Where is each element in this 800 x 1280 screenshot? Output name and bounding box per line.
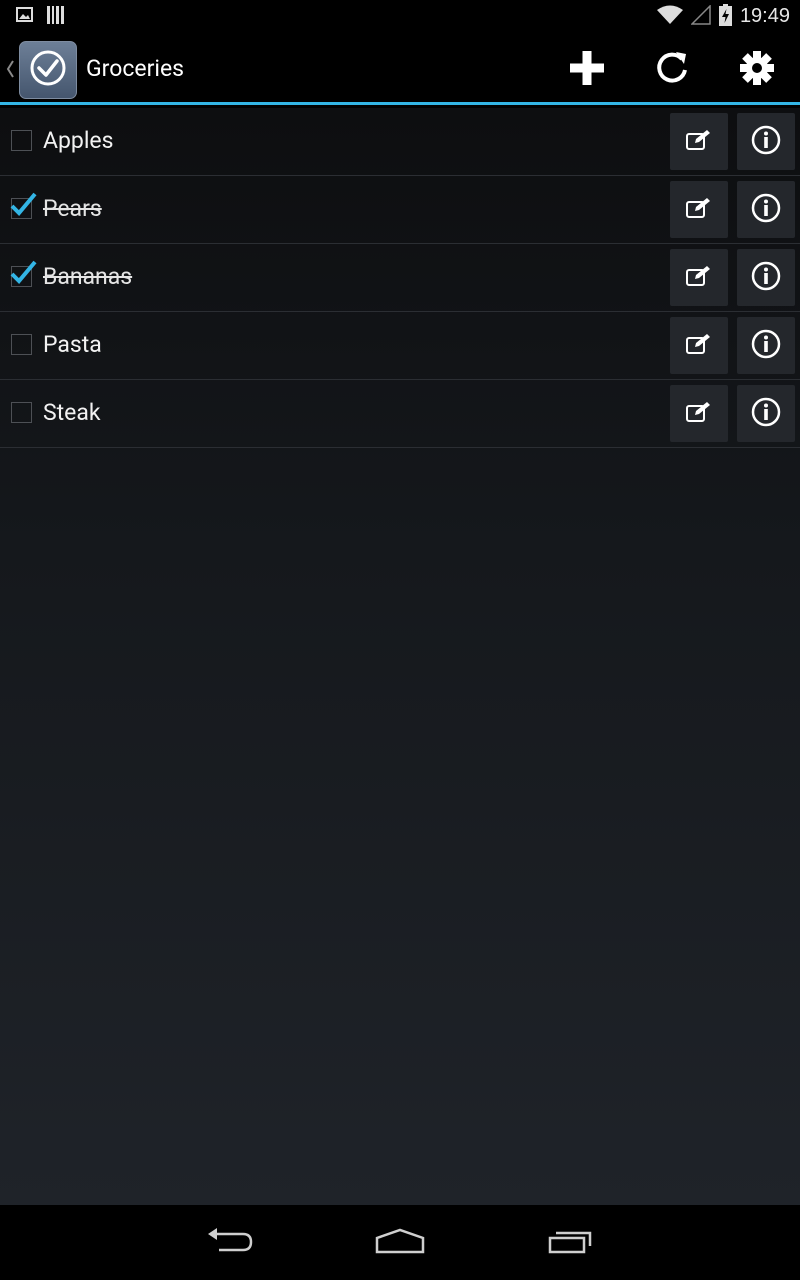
recent-apps-button[interactable] [541,1225,601,1261]
item-label: Apples [43,127,114,154]
edit-icon [686,197,712,223]
info-icon [751,397,781,431]
info-button[interactable] [737,317,795,374]
edit-icon [686,401,712,427]
info-button[interactable] [737,385,795,442]
action-bar: Groceries [0,33,800,105]
item-label: Steak [43,399,101,426]
item-label: Pears [43,195,102,222]
list-item[interactable]: Pasta [0,312,800,380]
list-item[interactable]: Pears [0,176,800,244]
back-icon [207,1228,253,1258]
edit-button[interactable] [670,249,728,306]
info-icon [751,329,781,363]
item-checkbox[interactable] [11,334,32,355]
item-checkbox[interactable] [10,260,37,287]
home-button[interactable] [370,1225,430,1261]
edit-button[interactable] [670,317,728,374]
info-button[interactable] [737,181,795,238]
checkmark-circle-icon [28,48,68,92]
home-icon [375,1228,425,1258]
list-item[interactable]: Bananas [0,244,800,312]
navigation-bar [0,1205,800,1280]
edit-icon [686,265,712,291]
item-checkbox[interactable] [10,192,37,219]
wifi-icon [656,5,683,29]
grocery-list: Apples Pears Bananas Pasta Steak [0,108,800,1205]
info-button[interactable] [737,113,795,170]
refresh-icon [654,50,690,90]
picture-notification-icon [16,7,33,26]
barcode-notification-icon [47,5,64,28]
add-button[interactable] [564,47,610,93]
checkmark-icon [9,192,37,222]
up-caret-icon[interactable] [5,59,15,79]
battery-charging-icon [718,3,732,30]
refresh-button[interactable] [649,47,695,93]
item-label: Pasta [43,331,102,358]
signal-icon [690,3,711,29]
edit-button[interactable] [670,181,728,238]
back-button[interactable] [200,1225,260,1261]
item-checkbox[interactable] [11,402,32,423]
item-checkbox[interactable] [11,130,32,151]
app-icon[interactable] [19,41,77,99]
edit-button[interactable] [670,113,728,170]
list-item[interactable]: Apples [0,108,800,176]
app-title: Groceries [86,55,185,82]
info-button[interactable] [737,249,795,306]
recent-apps-icon [548,1228,594,1258]
info-icon [751,193,781,227]
add-icon [570,51,604,89]
item-label: Bananas [43,263,133,290]
edit-button[interactable] [670,385,728,442]
edit-icon [686,333,712,359]
settings-gear-icon [739,50,775,90]
status-bar: 19:49 [0,0,800,33]
settings-button[interactable] [734,47,780,93]
screen: 19:49 Groceries Apples Pears Bananas Pas… [0,0,800,1280]
info-icon [751,125,781,159]
edit-icon [686,129,712,155]
checkmark-icon [9,260,37,290]
status-time: 19:49 [739,5,790,27]
info-icon [751,261,781,295]
list-item[interactable]: Steak [0,380,800,448]
